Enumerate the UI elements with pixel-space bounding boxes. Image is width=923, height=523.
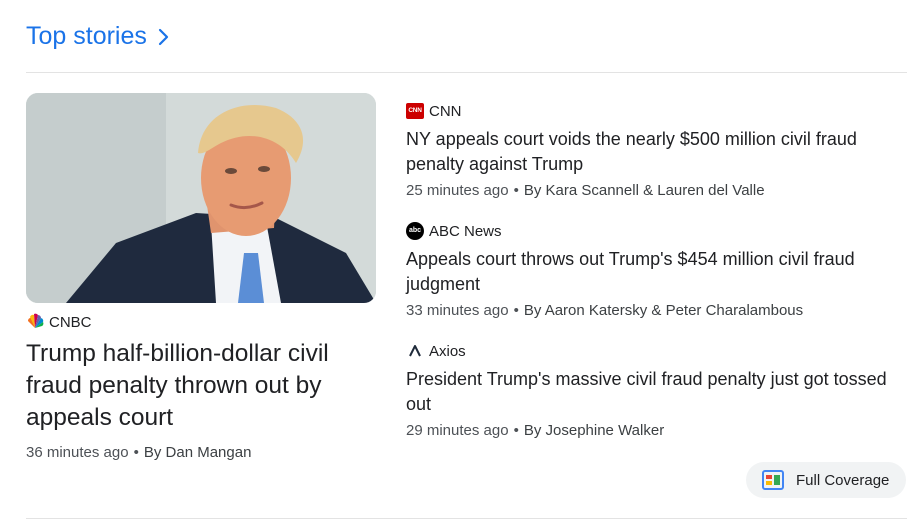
- story-source[interactable]: Axios: [406, 341, 906, 361]
- story-meta: 25 minutes ago • By Kara Scannell & Lauren…: [406, 182, 906, 199]
- meta-separator: •: [513, 302, 519, 319]
- story-headline[interactable]: Appeals court throws out Trump's $454 mi…: [406, 247, 906, 297]
- featured-source[interactable]: CNBC: [26, 312, 92, 332]
- featured-byline: By Dan Mangan: [143, 444, 252, 461]
- story-source-name: ABC News: [429, 222, 502, 240]
- story-source[interactable]: abc ABC News: [406, 221, 906, 241]
- story-meta: 33 minutes ago • By Aaron Katersky & Peter…: [406, 302, 906, 319]
- story-item[interactable]: abc ABC News Appeals court throws out Tr…: [406, 221, 906, 319]
- story-item[interactable]: CNN CNN NY appeals court voids the nearl…: [406, 101, 906, 199]
- cnbc-peacock-icon: [27, 313, 44, 328]
- cnn-logo-icon: CNN: [406, 103, 424, 119]
- featured-source-name: CNBC: [49, 313, 92, 331]
- story-time: 25 minutes ago: [406, 182, 509, 199]
- featured-time: 36 minutes ago: [26, 444, 129, 461]
- abc-logo-icon: abc: [406, 222, 424, 240]
- story-headline[interactable]: NY appeals court voids the nearly $500 m…: [406, 127, 906, 177]
- story-source-name: Axios: [429, 342, 466, 360]
- top-stories-title[interactable]: Top stories: [26, 22, 147, 51]
- story-meta: 29 minutes ago • By Josephine Walker: [406, 422, 906, 439]
- featured-headline[interactable]: Trump half-billion-dollar civil fraud pe…: [26, 338, 376, 434]
- story-byline: By Josephine Walker: [523, 422, 665, 439]
- story-headline[interactable]: President Trump's massive civil fraud pe…: [406, 367, 906, 417]
- divider-top: [26, 72, 907, 73]
- story-item[interactable]: Axios President Trump's massive civil fr…: [406, 341, 906, 440]
- story-source-name: CNN: [429, 102, 462, 120]
- full-coverage-button[interactable]: Full Coverage: [746, 462, 906, 498]
- story-byline: By Kara Scannell & Lauren del Valle: [523, 182, 765, 199]
- full-coverage-icon: [762, 470, 784, 490]
- meta-separator: •: [133, 444, 139, 461]
- chevron-right-icon[interactable]: [157, 27, 171, 47]
- featured-story-image[interactable]: [26, 93, 376, 303]
- story-source[interactable]: CNN CNN: [406, 101, 906, 121]
- story-time: 29 minutes ago: [406, 422, 509, 439]
- top-stories-header[interactable]: Top stories: [26, 18, 171, 54]
- story-time: 33 minutes ago: [406, 302, 509, 319]
- divider-bottom: [26, 518, 907, 519]
- full-coverage-label: Full Coverage: [796, 471, 890, 489]
- featured-meta: 36 minutes ago • By Dan Mangan: [26, 444, 251, 461]
- story-byline: By Aaron Katersky & Peter Charalambous: [523, 302, 804, 319]
- axios-logo-icon: [409, 345, 421, 357]
- meta-separator: •: [513, 422, 519, 439]
- meta-separator: •: [513, 182, 519, 199]
